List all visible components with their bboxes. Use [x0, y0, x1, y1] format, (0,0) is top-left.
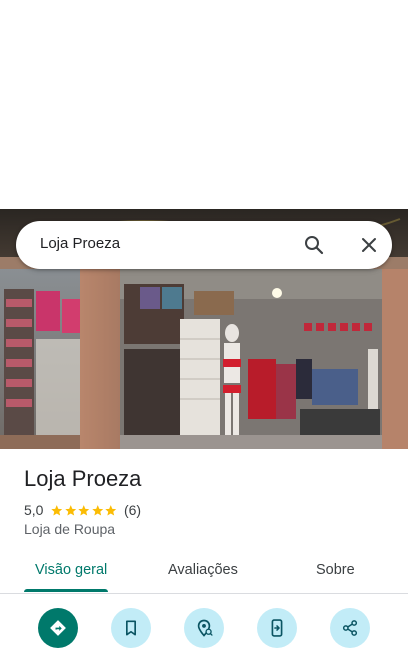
star-icon	[78, 504, 90, 515]
tab-reviews[interactable]: Avaliações	[168, 562, 238, 578]
send-to-phone-button[interactable]	[257, 608, 297, 648]
search-input[interactable]: Loja Proeza	[40, 235, 120, 252]
nearby-button[interactable]	[184, 608, 224, 648]
active-tab-indicator	[24, 589, 108, 592]
star-icon	[51, 504, 63, 515]
review-count[interactable]: (6)	[124, 502, 141, 518]
share-button[interactable]	[330, 608, 370, 648]
save-button[interactable]	[111, 608, 151, 648]
send-to-phone-icon	[271, 619, 283, 637]
star-icon	[65, 504, 77, 515]
tab-about[interactable]: Sobre	[316, 562, 355, 578]
star-icon	[105, 504, 117, 515]
star-icon	[92, 504, 104, 515]
rating-value: 5,0	[24, 502, 44, 518]
bookmark-icon	[126, 620, 136, 636]
directions-button[interactable]	[38, 608, 78, 648]
tab-overview[interactable]: Visão geral	[35, 562, 107, 578]
rating-row[interactable]: 5,0 (6)	[24, 501, 141, 519]
search-icon[interactable]	[302, 233, 326, 257]
place-category: Loja de Roupa	[24, 521, 116, 537]
map-blank-area	[0, 0, 408, 209]
tab-bar: Visão geral Avaliações Sobre	[0, 550, 408, 594]
star-rating	[50, 504, 118, 517]
close-icon[interactable]	[357, 233, 381, 257]
share-icon	[342, 620, 358, 636]
nearby-location-icon	[197, 619, 213, 637]
place-name: Loja Proeza	[24, 466, 142, 491]
search-bar[interactable]: Loja Proeza	[16, 221, 392, 269]
directions-icon	[50, 620, 66, 636]
